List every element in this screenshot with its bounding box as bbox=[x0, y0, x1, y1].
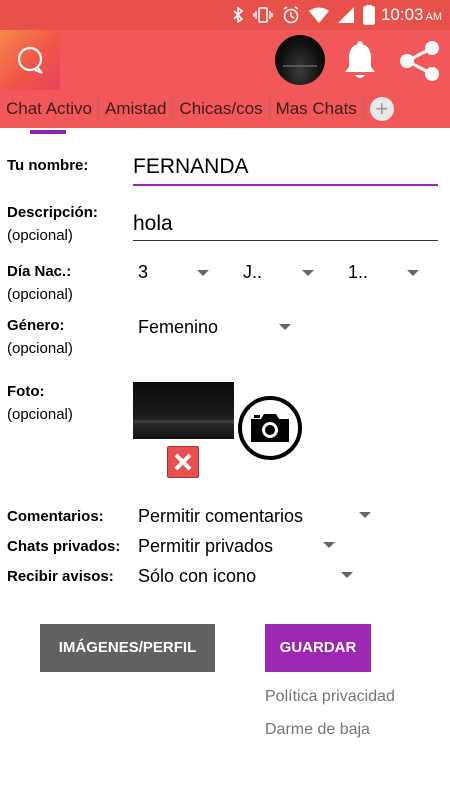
tab-bar: Chat Activo Amistad Chicas/cos Mas Chats… bbox=[0, 90, 450, 134]
gender-select[interactable]: Femenino bbox=[138, 317, 218, 338]
signal-icon bbox=[337, 7, 354, 23]
birth-year-select[interactable]: 1.. bbox=[348, 262, 368, 283]
tab-mas-chats[interactable]: Mas Chats bbox=[270, 96, 364, 122]
chat-bubble-icon bbox=[17, 46, 43, 74]
clock-ampm: AM bbox=[425, 10, 443, 23]
chevron-down-icon bbox=[197, 270, 209, 276]
notifications-select[interactable]: Sólo con icono bbox=[138, 566, 256, 587]
chevron-down-icon bbox=[323, 542, 335, 548]
vibrate-icon bbox=[253, 7, 273, 23]
name-label: Tu nombre: bbox=[7, 157, 89, 174]
add-tab-icon[interactable]: + bbox=[369, 97, 394, 121]
tab-chat-activo[interactable]: Chat Activo bbox=[0, 96, 99, 134]
alarm-icon bbox=[282, 6, 300, 24]
bluetooth-icon bbox=[232, 7, 244, 23]
battery-icon bbox=[363, 5, 375, 25]
description-input[interactable]: hola bbox=[133, 209, 438, 241]
comments-label: Comentarios: bbox=[7, 508, 104, 525]
birth-day-select[interactable]: 3 bbox=[138, 262, 148, 283]
private-chats-select[interactable]: Permitir privados bbox=[138, 536, 273, 557]
share-icon[interactable] bbox=[398, 40, 442, 82]
tab-amistad[interactable]: Amistad bbox=[99, 96, 174, 122]
birth-month-select[interactable]: J.. bbox=[243, 262, 262, 283]
tab-chicas-cos[interactable]: Chicas/cos bbox=[173, 96, 270, 122]
status-bar: 10:03 AM bbox=[0, 0, 450, 30]
chevron-down-icon bbox=[407, 270, 419, 276]
clock: 10:03 bbox=[380, 5, 424, 24]
app-logo[interactable] bbox=[0, 30, 60, 90]
notifications-label: Recibir avisos: bbox=[7, 568, 114, 585]
profile-photo-thumbnail[interactable] bbox=[133, 382, 234, 439]
images-profile-button[interactable]: IMÁGENES/PERFIL bbox=[40, 624, 215, 672]
gender-label: Género: (opcional) bbox=[7, 317, 73, 357]
unsubscribe-link[interactable]: Darme de baja bbox=[265, 721, 370, 739]
name-input[interactable]: FERNANDA bbox=[133, 152, 438, 186]
delete-photo-icon[interactable] bbox=[167, 446, 199, 478]
app-bar bbox=[0, 30, 450, 90]
private-chats-label: Chats privados: bbox=[7, 538, 121, 555]
wifi-icon bbox=[308, 7, 329, 23]
save-button[interactable]: GUARDAR bbox=[265, 624, 371, 672]
privacy-policy-link[interactable]: Política privacidad bbox=[265, 688, 395, 706]
chevron-down-icon bbox=[341, 572, 353, 578]
notifications-bell-icon[interactable] bbox=[342, 40, 378, 80]
chevron-down-icon bbox=[279, 324, 291, 330]
birthdate-label: Día Nac.: (opcional) bbox=[7, 263, 73, 303]
chevron-down-icon bbox=[359, 512, 371, 518]
photo-label: Foto: (opcional) bbox=[7, 383, 73, 423]
camera-icon[interactable] bbox=[237, 395, 303, 461]
profile-avatar[interactable] bbox=[275, 35, 325, 85]
chevron-down-icon bbox=[302, 270, 314, 276]
description-label: Descripción: (opcional) bbox=[7, 204, 98, 244]
comments-select[interactable]: Permitir comentarios bbox=[138, 506, 303, 527]
